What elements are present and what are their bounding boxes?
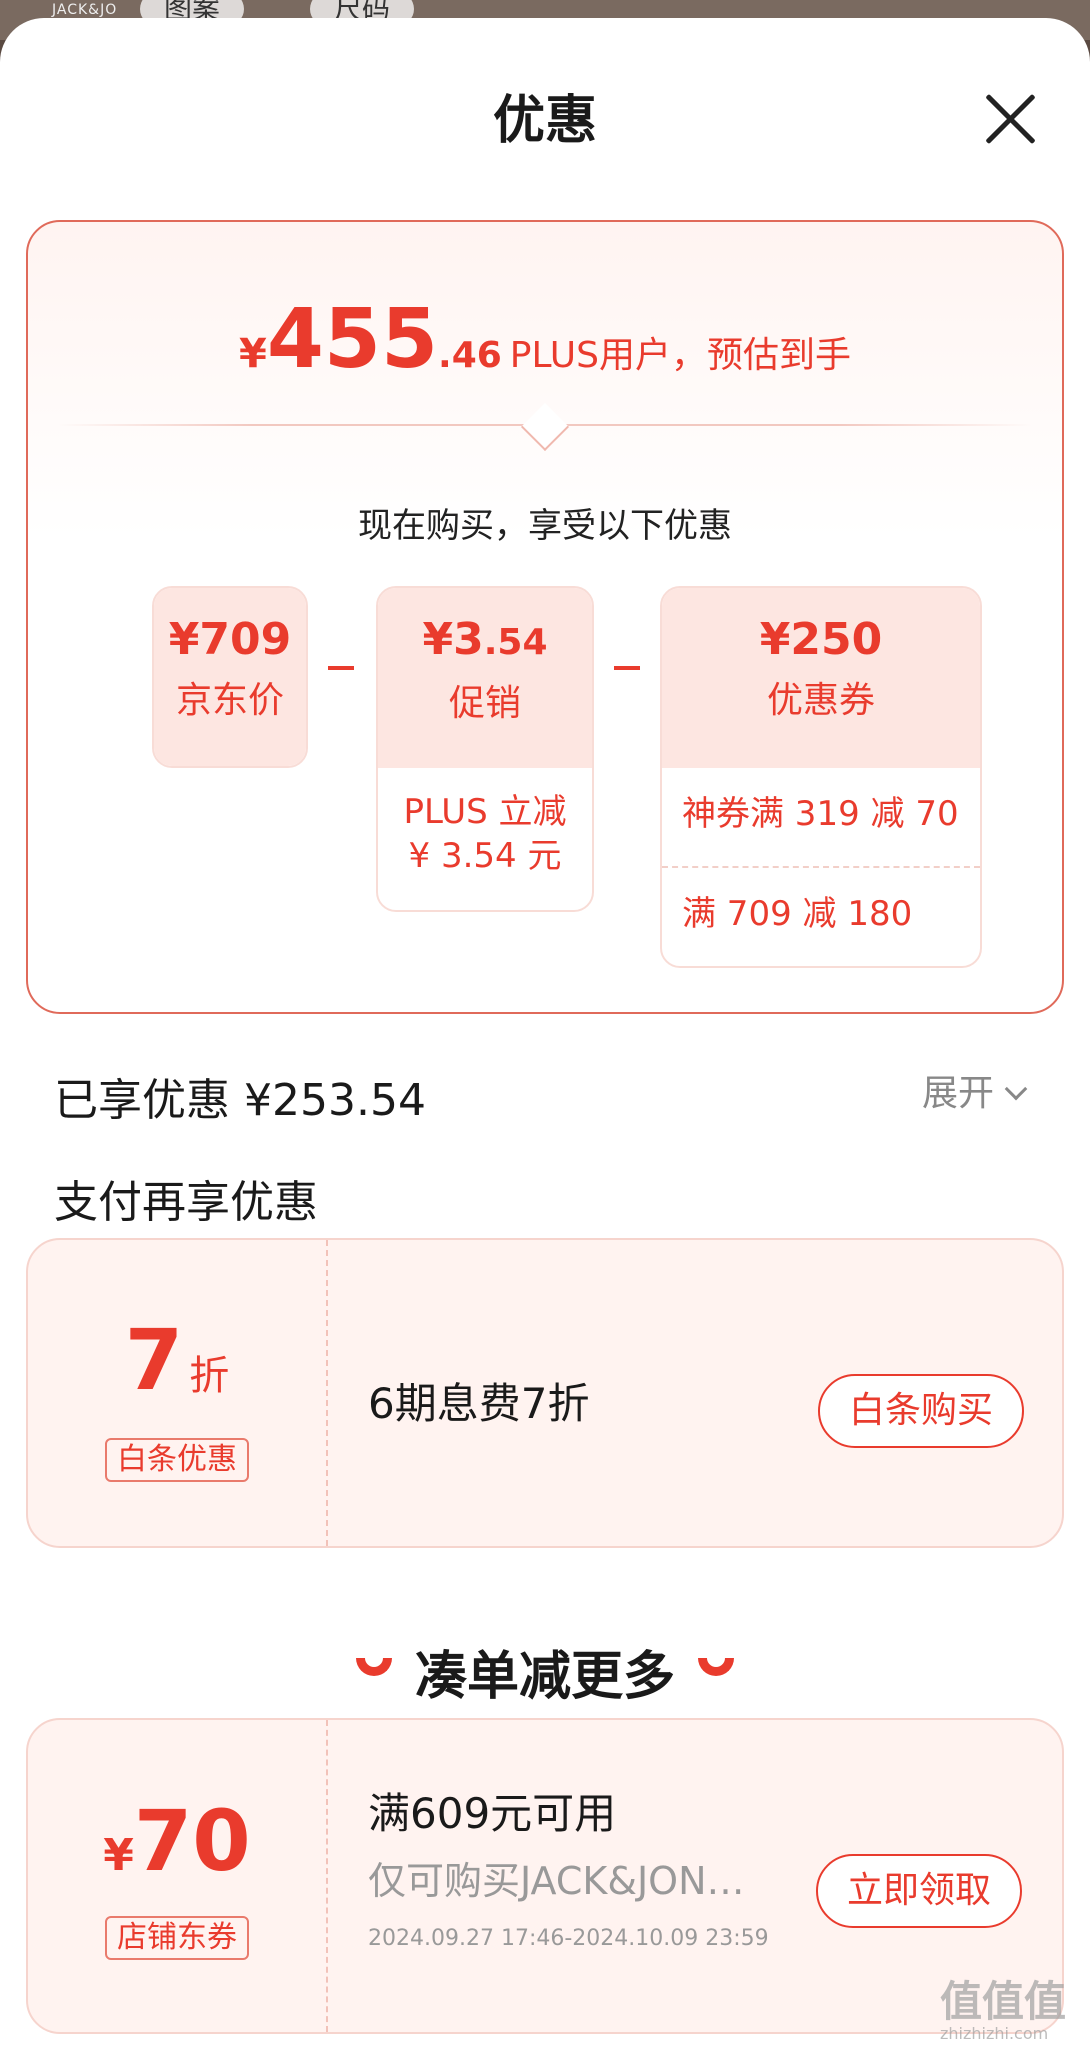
coupon-detail-line: 满 709 减 180 — [682, 894, 913, 934]
promotion-detail-line: PLUS 立减 — [403, 792, 567, 832]
coupon-restriction: 仅可购买JACK&JON… — [368, 1859, 745, 1903]
price-integer: 455 — [266, 292, 439, 387]
coupon-value: 70 — [133, 1792, 251, 1890]
promotion-box: ¥3.54 促销 PLUS 立减 ¥ 3.54 元 — [376, 586, 594, 912]
close-icon[interactable] — [984, 92, 1036, 144]
discount-sheet: 优惠 ¥455.46 PLUS用户，预估到手 现在购买，享受以下优惠 ¥709 京… — [0, 18, 1090, 2051]
minus-sign — [614, 666, 640, 670]
discount-value: 7 — [124, 1311, 184, 1409]
summary-subtitle: 现在购买，享受以下优惠 — [358, 506, 732, 546]
expand-label: 展开 — [922, 1073, 995, 1114]
price-decimal: .46 — [438, 335, 502, 376]
chevron-down-icon — [1004, 1077, 1028, 1101]
promotion-detail-line: ¥ 3.54 元 — [408, 836, 562, 876]
coupon-description: 6期息费7折 — [368, 1379, 590, 1428]
coupon-validity: 2024.09.27 17:46-2024.10.09 23:59 — [368, 1926, 769, 1951]
currency-symbol: ¥ — [239, 331, 267, 377]
sheet-title: 优惠 — [492, 91, 597, 151]
price-summary-card: ¥455.46 PLUS用户，预估到手 现在购买，享受以下优惠 ¥709 京东价 … — [26, 220, 1064, 1014]
more-discount-title: 凑单减更多 — [414, 1647, 675, 1707]
claim-coupon-button[interactable]: 立即领取 — [816, 1854, 1022, 1928]
expand-toggle[interactable]: 展开 — [922, 1064, 1028, 1116]
jd-price-box: ¥709 京东价 — [152, 586, 308, 768]
brand-logo: JACK&JO — [52, 2, 118, 18]
coupon-tag: 店铺东券 — [105, 1916, 249, 1960]
site-watermark: 值值值 — [940, 1977, 1067, 2026]
coupon-divider — [326, 1720, 328, 2032]
shop-coupon-card: ¥70 店铺东券 满609元可用 仅可购买JACK&JON… 2024.09.2… — [26, 1718, 1064, 2034]
promotion-label: 促销 — [448, 683, 521, 724]
pay-more-title: 支付再享优惠 — [54, 1177, 318, 1228]
price-label: PLUS用户，预估到手 — [509, 335, 851, 376]
coupon-box: ¥250 优惠券 神券满 319 减 70 满 709 减 180 — [660, 586, 982, 968]
divider-notch — [520, 402, 570, 452]
coupon-left-section: ¥70 店铺东券 — [28, 1720, 326, 2032]
baitiao-coupon-card: 7折 白条优惠 6期息费7折 白条购买 — [26, 1238, 1064, 1548]
baitiao-buy-button[interactable]: 白条购买 — [818, 1374, 1024, 1448]
coupon-tag: 白条优惠 — [105, 1438, 249, 1482]
promotion-value: ¥3.54 — [422, 614, 548, 665]
enjoyed-discount: 已享优惠 ¥253.54 — [54, 1075, 426, 1126]
coupon-title: 满609元可用 — [368, 1789, 617, 1838]
coupon-total-value: ¥250 — [759, 614, 883, 665]
discount-unit: 折 — [189, 1353, 230, 1399]
coupon-total-label: 优惠券 — [766, 680, 875, 721]
coupon-detail-line: 神券满 319 减 70 — [662, 768, 980, 868]
coupon-divider — [326, 1240, 328, 1546]
site-watermark-url: zhizhizhi.com — [940, 2024, 1049, 2043]
jd-price-label: 京东价 — [175, 680, 284, 721]
jd-price-value: ¥709 — [168, 614, 292, 665]
coupon-left-section: 7折 白条优惠 — [28, 1240, 326, 1546]
estimated-price: ¥455.46 PLUS用户，预估到手 — [28, 292, 1062, 387]
coupon-currency: ¥ — [103, 1830, 134, 1881]
minus-sign — [328, 666, 354, 670]
